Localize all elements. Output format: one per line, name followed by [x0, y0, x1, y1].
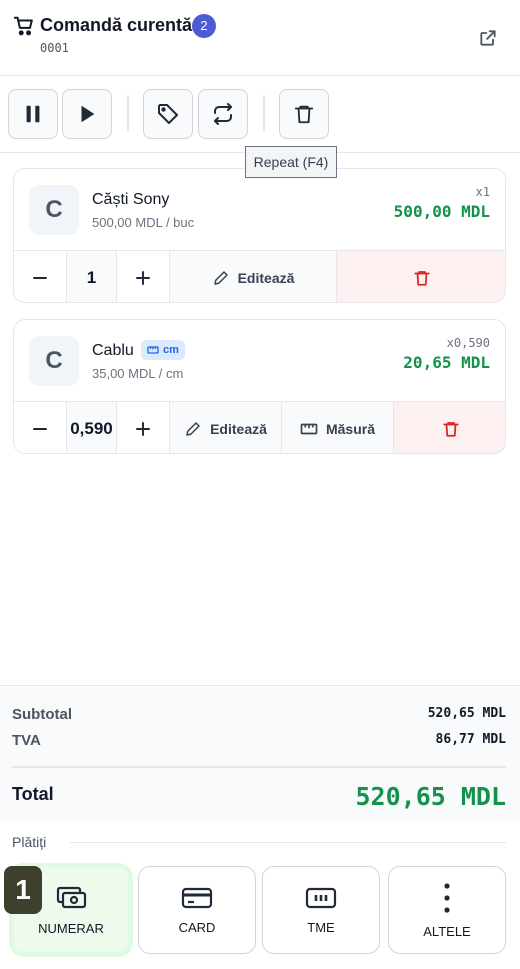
delete-item-button[interactable]: [394, 402, 505, 453]
pay-tme-label: TME: [307, 919, 335, 935]
terminal-icon: [305, 887, 337, 908]
trash-icon: [442, 421, 459, 437]
page-title: Comandă curentă: [40, 15, 193, 35]
resume-button[interactable]: [62, 89, 112, 139]
discount-button[interactable]: [143, 89, 193, 139]
item-name: Căști Sony: [92, 191, 170, 208]
external-link-icon[interactable]: [478, 28, 498, 48]
trash-icon: [414, 270, 430, 286]
tag-icon: [158, 104, 178, 124]
delete-item-button[interactable]: [337, 251, 505, 302]
payments-divider: [70, 842, 506, 843]
more-vertical-icon: [444, 882, 450, 913]
edit-label: Editează: [210, 420, 267, 437]
total-value: 520,65 MDL: [355, 782, 506, 811]
vat-label: TVA: [12, 732, 41, 749]
toolbar-divider: [127, 95, 129, 131]
pay-tme-button[interactable]: TME: [262, 866, 380, 954]
item-quantity-tag: x1: [475, 185, 490, 199]
minus-icon: [33, 276, 47, 279]
pay-card-label: CARD: [178, 919, 216, 935]
pause-icon: [26, 105, 40, 123]
total-label: Total: [12, 784, 54, 804]
plus-icon: [136, 421, 150, 436]
item-unit-price: 500,00 MDL / buc: [92, 215, 195, 230]
edit-label: Editează: [237, 269, 295, 286]
payments-label: Plătiți: [12, 834, 47, 850]
edit-button[interactable]: Editează: [170, 402, 282, 453]
pay-card-button[interactable]: CARD: [138, 866, 256, 954]
unit-badge: cm: [141, 340, 185, 360]
trash-icon: [294, 105, 314, 124]
item-unit-price: 35,00 MDL / cm: [92, 366, 184, 381]
credit-card-icon: [181, 887, 213, 908]
pay-other-label: ALTELE: [423, 923, 471, 939]
shortcut-badge: 1: [4, 866, 42, 914]
quantity-value[interactable]: 1: [67, 251, 117, 302]
measure-button[interactable]: Măsură: [282, 402, 394, 453]
pause-button[interactable]: [8, 89, 58, 139]
totals-divider: [12, 766, 506, 768]
pencil-icon: [213, 270, 228, 285]
item-avatar: C: [29, 336, 79, 386]
pay-cash-label: NUMERAR: [38, 920, 104, 936]
order-toolbar: [0, 76, 520, 153]
cash-icon: [56, 886, 87, 908]
item-name: Cablu: [92, 342, 134, 359]
ruler-icon: [300, 423, 318, 434]
quantity-value[interactable]: 0,590: [67, 402, 117, 453]
subtotal-value: 520,65 MDL: [427, 706, 506, 721]
edit-button[interactable]: Editează: [170, 251, 337, 302]
pencil-icon: [186, 421, 200, 436]
item-total: 500,00 MDL: [393, 202, 490, 221]
increase-button[interactable]: [117, 251, 170, 302]
order-item: C Căști Sony 500,00 MDL / buc x1 500,00 …: [13, 168, 506, 303]
repeat-button[interactable]: [198, 89, 248, 139]
decrease-button[interactable]: [14, 402, 67, 453]
subtotal-label: Subtotal: [12, 706, 72, 723]
order-number: 0001: [40, 41, 69, 55]
cart-icon: [13, 16, 33, 36]
item-avatar: C: [29, 185, 79, 235]
pay-other-button[interactable]: ALTELE: [388, 866, 506, 954]
unit-badge-label: cm: [163, 344, 179, 356]
increase-button[interactable]: [117, 402, 170, 453]
order-header: Comandă curentă 2 0001: [0, 0, 520, 76]
vat-value: 86,77 MDL: [435, 732, 506, 747]
measure-label: Măsură: [325, 420, 376, 437]
tooltip: Repeat (F4): [245, 146, 337, 178]
item-total: 20,65 MDL: [403, 353, 490, 372]
item-actions: 0,590 Editează Măsură: [14, 401, 505, 453]
play-icon: [81, 105, 95, 123]
item-quantity-tag: x0,590: [446, 336, 490, 350]
minus-icon: [33, 427, 47, 430]
ruler-icon: [147, 346, 159, 354]
plus-icon: [136, 270, 150, 285]
toolbar-divider: [263, 95, 265, 131]
decrease-button[interactable]: [14, 251, 67, 302]
totals-panel: Subtotal 520,65 MDL TVA 86,77 MDL Total …: [0, 685, 520, 820]
item-actions: 1 Editează: [14, 250, 505, 302]
clear-order-button[interactable]: [279, 89, 329, 139]
order-item: C Cablu cm 35,00 MDL / cm x0,590 20,65 M…: [13, 319, 506, 454]
item-count-badge: 2: [192, 14, 216, 38]
repeat-icon: [214, 103, 232, 125]
